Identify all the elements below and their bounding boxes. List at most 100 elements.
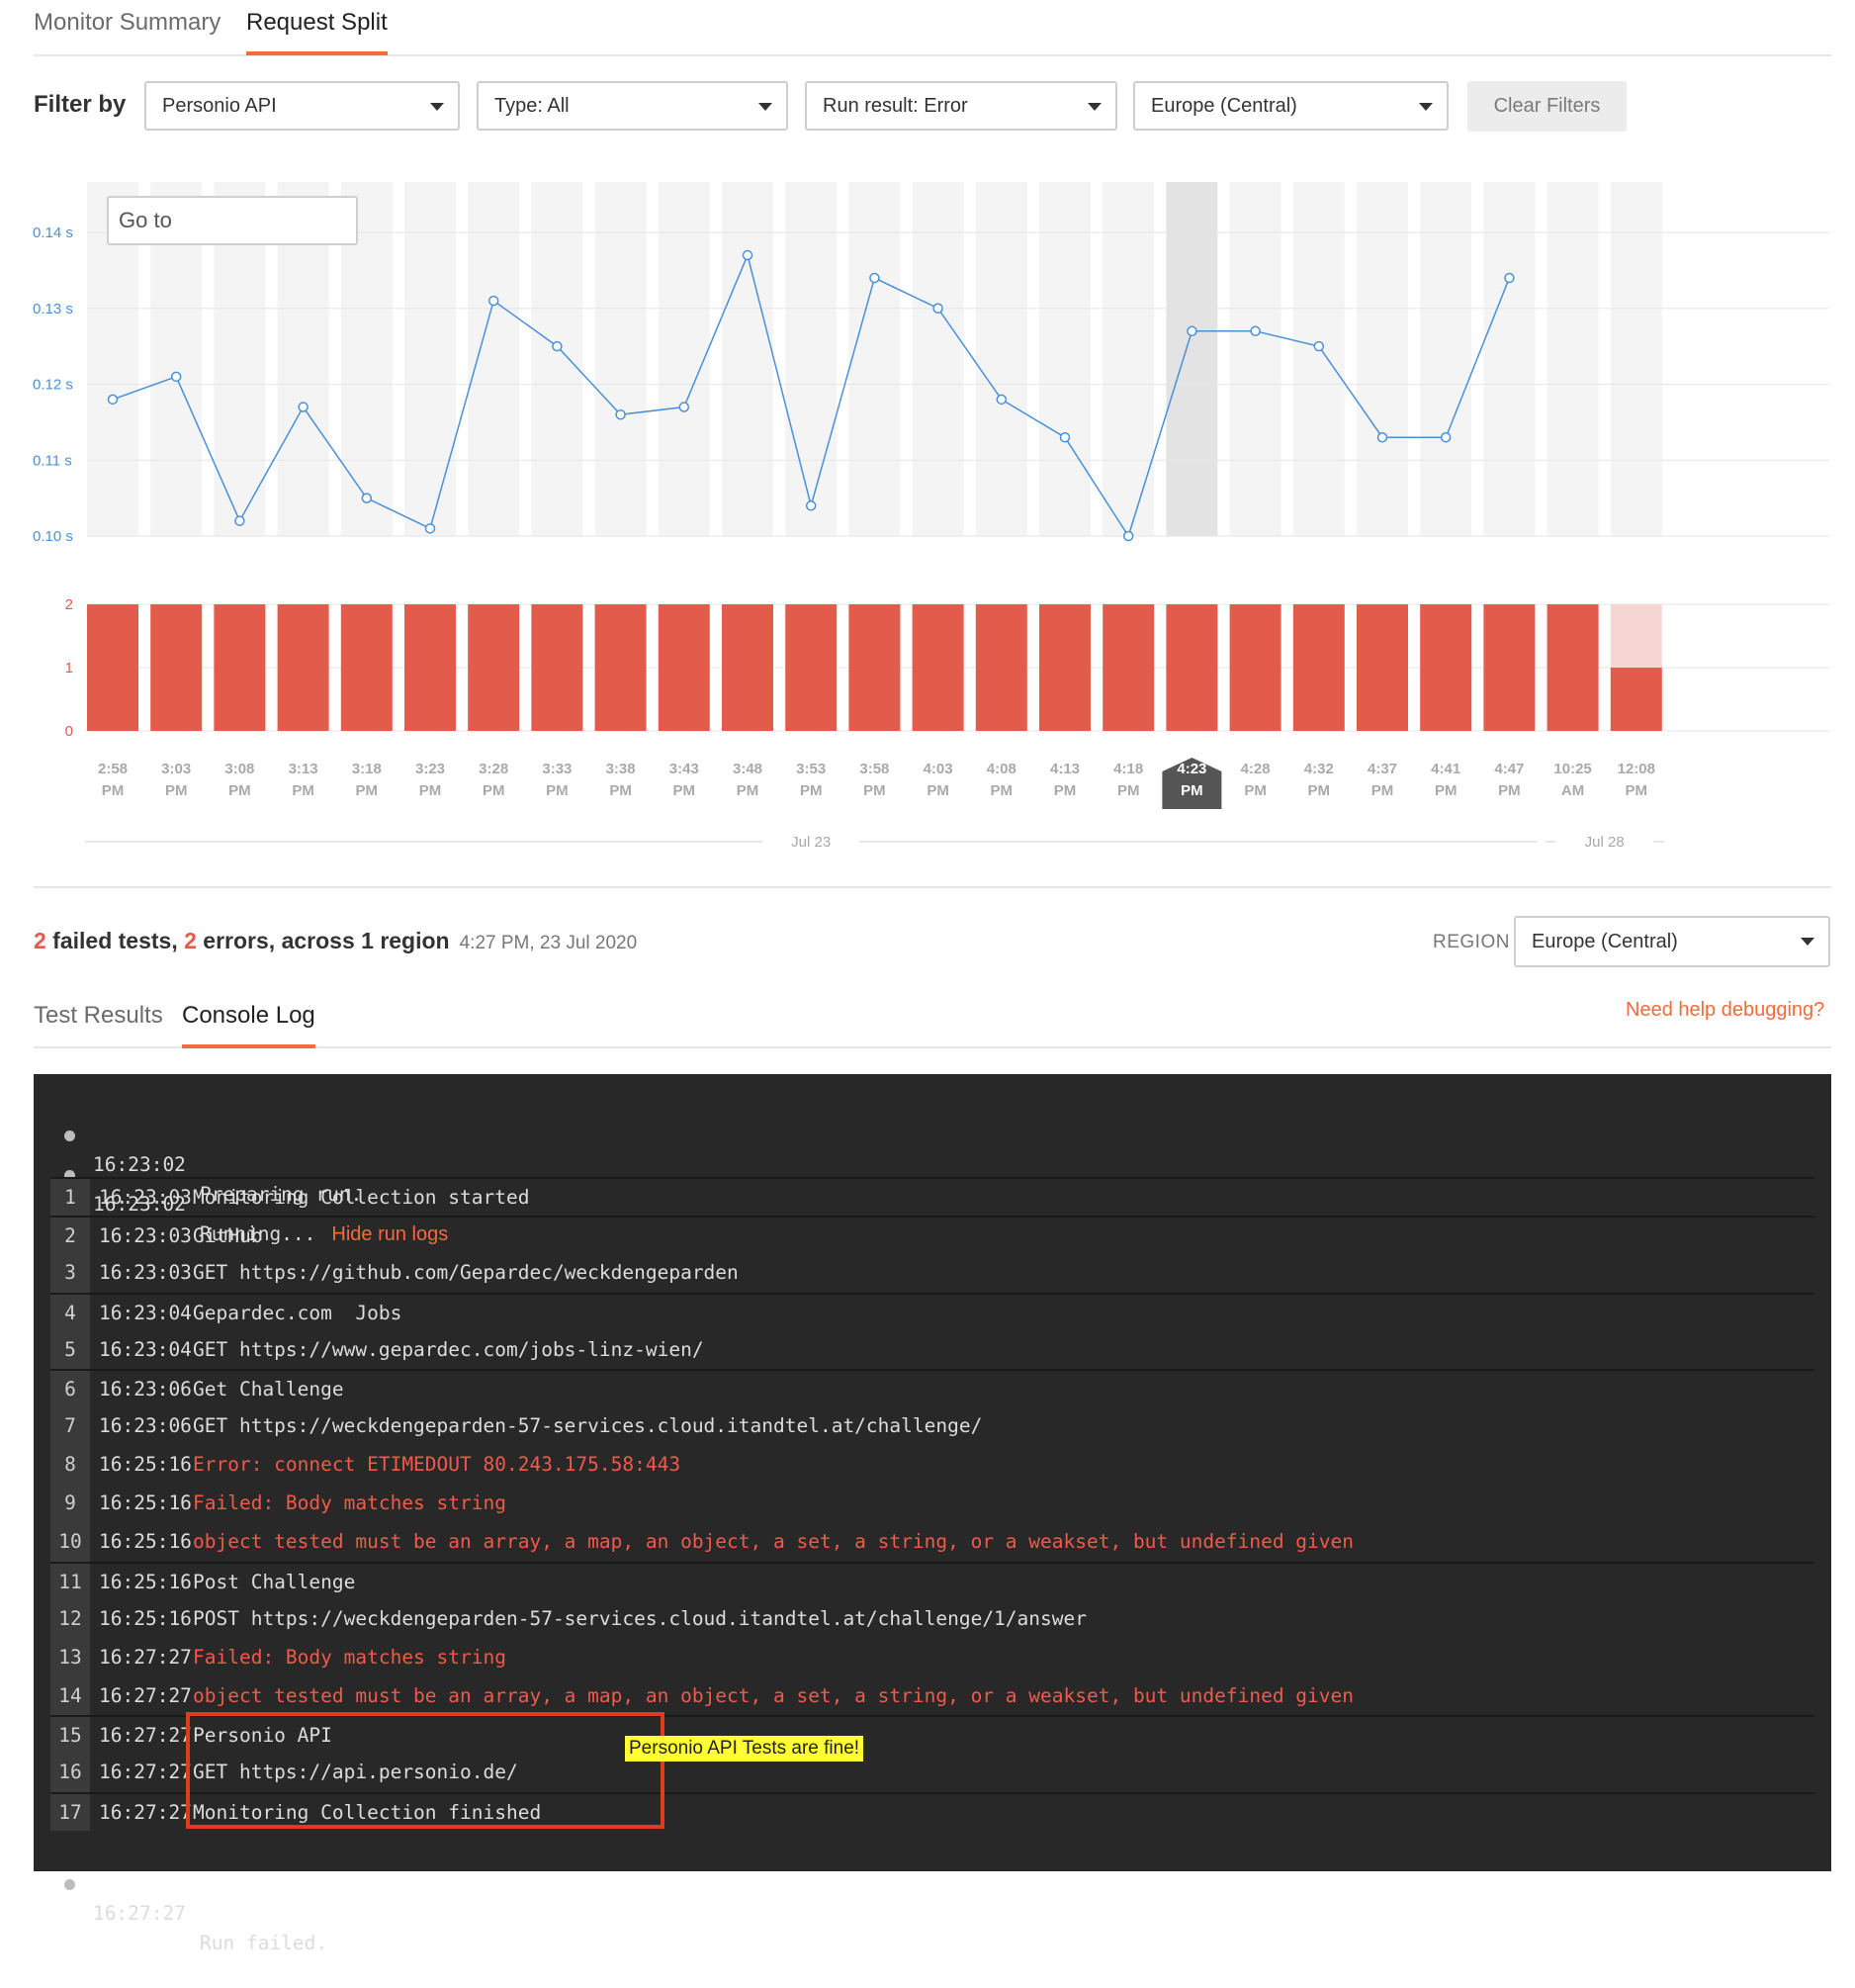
data-point: [1122, 530, 1134, 542]
x-tick-label: PM: [991, 782, 1014, 799]
data-point: [742, 249, 753, 261]
run-result-filter-select[interactable]: Run result: Error: [805, 81, 1117, 131]
log-row: 4 16:23:04 Gepardec.com Jobs: [50, 1292, 1814, 1331]
region-select-value: Europe (Central): [1532, 931, 1678, 952]
line-number: 16: [50, 1754, 90, 1793]
x-tick-label: PM: [673, 782, 696, 799]
x-tick-label: 3:18: [352, 761, 382, 777]
tab-monitor-summary[interactable]: Monitor Summary: [34, 6, 221, 52]
log-time: 16:25:16: [99, 1453, 192, 1477]
line-number: 9: [50, 1485, 90, 1524]
x-tick-label: PM: [1308, 782, 1331, 799]
chart-column: [658, 182, 710, 536]
line-number: 1: [50, 1179, 90, 1216]
log-row: 1 16:23:03 Monitoring Collection started: [50, 1177, 1814, 1216]
failure-bar: [785, 604, 838, 731]
console-pre-line: 16:23:02 Preparing run.: [34, 1091, 362, 1206]
log-time: 16:25:16: [99, 1491, 192, 1515]
chart-column: [722, 182, 773, 536]
failure-bar: [848, 604, 901, 731]
monitor-filter-select[interactable]: Personio API: [144, 81, 460, 131]
log-time: 16:27:27: [99, 1645, 192, 1669]
region-filter-select[interactable]: Europe (Central): [1133, 81, 1449, 131]
line-number: 11: [50, 1563, 90, 1600]
y-tick-label: 0.14 s: [33, 225, 73, 241]
x-tick-label: 3:48: [733, 761, 762, 777]
log-time: 16:25:16: [99, 1606, 192, 1630]
bar-remainder: [1610, 604, 1662, 668]
y-tick-label: 0.10 s: [33, 528, 73, 545]
failure-bar: [1103, 604, 1155, 731]
goto-input[interactable]: Go to: [107, 196, 358, 245]
data-point: [1440, 431, 1452, 443]
tab-console-log[interactable]: Console Log: [182, 999, 315, 1048]
log-message: GitHub: [193, 1223, 263, 1247]
data-point: [1059, 431, 1071, 443]
chart-column: [1166, 182, 1218, 536]
log-message: GET https://github.com/Gepardec/weckdeng…: [193, 1260, 739, 1284]
data-point: [932, 303, 943, 314]
bullet-icon: [64, 1879, 75, 1890]
log-time: 16:27:27: [99, 1724, 192, 1748]
failed-text: failed tests,: [45, 928, 185, 953]
clear-filters-button[interactable]: Clear Filters: [1467, 81, 1627, 132]
x-tick-label: 3:08: [224, 761, 254, 777]
x-tick-label: PM: [863, 782, 886, 799]
x-tick-label: 3:43: [669, 761, 699, 777]
failure-bar: [1166, 604, 1218, 731]
log-time: 16:27:27: [99, 1761, 192, 1784]
x-tick-label: PM: [800, 782, 823, 799]
x-tick-label: PM: [1054, 782, 1077, 799]
x-tick-label: PM: [102, 782, 125, 799]
failure-bar: [340, 604, 393, 731]
line-number: 14: [50, 1676, 90, 1716]
x-tick-label: 3:53: [796, 761, 826, 777]
log-message: GET https://weckdengeparden-57-services.…: [193, 1414, 983, 1438]
log-time: 16:23:03: [99, 1260, 192, 1284]
region-select[interactable]: Europe (Central): [1514, 916, 1830, 967]
data-point: [107, 394, 119, 406]
annotation-box: [186, 1712, 664, 1829]
chart-column: [531, 182, 583, 536]
result-tabs: Test Results Console Log: [34, 989, 1831, 1048]
region-label: REGION: [1433, 932, 1510, 952]
line-number: 3: [50, 1253, 90, 1293]
annotation-note: Personio API Tests are fine!: [625, 1736, 864, 1762]
chart-column: [404, 182, 456, 536]
line-number: 6: [50, 1371, 90, 1408]
x-tick-label: 3:38: [606, 761, 636, 777]
log-time: 16:25:16: [99, 1570, 192, 1593]
x-tick-label: PM: [737, 782, 759, 799]
log-time: 16:23:06: [99, 1378, 192, 1401]
help-debugging-link[interactable]: Need help debugging?: [1626, 999, 1824, 1022]
failure-bar: [531, 604, 583, 731]
failure-bar: [214, 604, 266, 731]
chart-column: [1357, 182, 1408, 536]
x-tick-label: 12:08: [1618, 761, 1655, 777]
data-point: [298, 402, 309, 412]
x-tick-label: 4:08: [987, 761, 1016, 777]
x-tick-label: PM: [1244, 782, 1267, 799]
chart-column: [594, 182, 647, 536]
failure-bar: [594, 604, 647, 731]
log-time: 16:23:02: [93, 1153, 186, 1176]
log-row: 7 16:23:06 GET https://weckdengeparden-57-…: [50, 1407, 1814, 1447]
failure-bar: [658, 604, 710, 731]
log-message: Post Challenge: [193, 1570, 356, 1593]
data-point: [869, 272, 880, 284]
data-point: [234, 515, 245, 526]
x-tick-label: 3:13: [289, 761, 318, 777]
log-message: POST https://weckdengeparden-57-services…: [193, 1606, 1087, 1630]
failure-bar: [722, 604, 773, 731]
tab-request-split[interactable]: Request Split: [246, 6, 388, 55]
type-filter-select[interactable]: Type: All: [477, 81, 788, 131]
log-row: 9 16:25:16 Failed: Body matches string: [50, 1485, 1814, 1524]
data-point: [487, 295, 499, 307]
x-tick-label: 4:37: [1368, 761, 1397, 777]
x-tick-label: PM: [483, 782, 505, 799]
filter-by-label: Filter by: [34, 91, 127, 118]
tab-test-results[interactable]: Test Results: [34, 999, 163, 1045]
log-time: 16:23:04: [99, 1337, 192, 1361]
log-message: Get Challenge: [193, 1378, 344, 1401]
data-point: [678, 402, 690, 412]
